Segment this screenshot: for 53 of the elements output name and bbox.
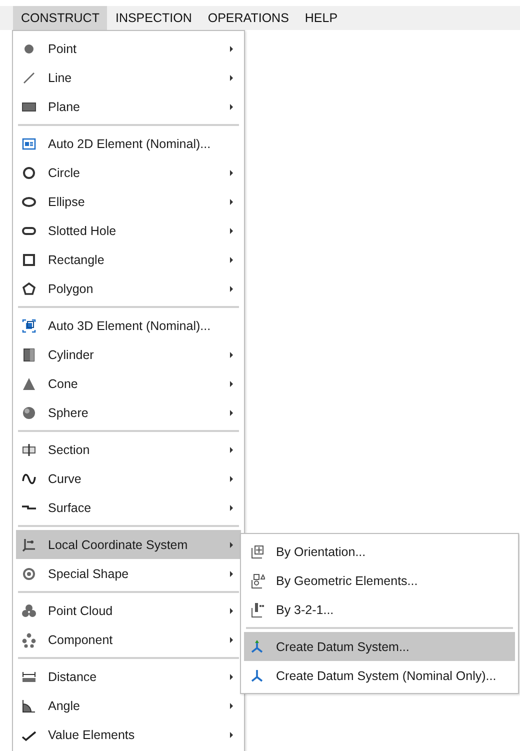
- menu-item[interactable]: Special Shape: [16, 559, 241, 588]
- menu-item[interactable]: Slotted Hole: [16, 216, 241, 245]
- cylinder-icon: [21, 346, 37, 362]
- menu-bar-item[interactable]: CONSTRUCT: [13, 6, 108, 30]
- circle-icon: [21, 164, 37, 180]
- menu-item[interactable]: Ellipse: [16, 187, 241, 216]
- menu-item[interactable]: By Geometric Elements...: [244, 566, 515, 595]
- menu-item[interactable]: Create Datum System...: [244, 632, 515, 661]
- menu-item[interactable]: Sphere: [16, 398, 241, 427]
- alignment-icon: [249, 602, 265, 618]
- pentagon-icon: [21, 280, 37, 296]
- target-icon: [21, 566, 37, 582]
- datum-axes-icon: [249, 638, 265, 654]
- sphere-icon: [21, 404, 37, 420]
- menu-bar-item[interactable]: OPERATIONS: [200, 6, 297, 30]
- menu-item[interactable]: Curve: [16, 464, 241, 493]
- geometric-elements-icon: [249, 572, 265, 588]
- menu-item[interactable]: Angle: [16, 691, 241, 720]
- menu-item[interactable]: By Orientation...: [244, 537, 515, 566]
- menu-item[interactable]: Polygon: [16, 274, 241, 303]
- menu-bar-item[interactable]: HELP: [296, 6, 346, 30]
- menu-item[interactable]: Section: [16, 435, 241, 464]
- menu-item[interactable]: Component: [16, 625, 241, 654]
- menu-item[interactable]: Value Elements: [16, 720, 241, 749]
- menu-item[interactable]: Auto 2D Element (Nominal)...: [16, 129, 241, 158]
- auto-2d-element-icon: [21, 136, 37, 152]
- auto-3d-element-icon: [21, 318, 37, 334]
- cone-icon: [21, 376, 37, 392]
- menu-item[interactable]: Cylinder: [16, 340, 241, 369]
- menu-item[interactable]: Rectangle: [16, 245, 241, 274]
- menu-item[interactable]: Surface: [16, 493, 241, 522]
- menu-item[interactable]: Local Coordinate System: [16, 530, 241, 559]
- line-icon: [21, 70, 37, 86]
- menu-item[interactable]: Auto 3D Element (Nominal)...: [16, 311, 241, 340]
- axes-icon: [21, 536, 37, 552]
- section-icon: [21, 442, 37, 458]
- menu-item[interactable]: Create Datum System (Nominal Only)...: [244, 661, 515, 690]
- menu-item[interactable]: Point: [16, 34, 241, 63]
- rectangle-icon: [21, 252, 37, 268]
- menu-item[interactable]: Line: [16, 63, 241, 92]
- component-icon: [21, 632, 37, 648]
- cloud-icon: [21, 602, 37, 618]
- menu-item[interactable]: Plane: [16, 92, 241, 121]
- angle-icon: [21, 698, 37, 714]
- datum-axes-icon: [249, 668, 265, 684]
- menu-item[interactable]: Distance: [16, 662, 241, 691]
- step-line-icon: [21, 505, 37, 510]
- menu-item[interactable]: By 3-2-1...: [244, 595, 515, 624]
- menu-bar-item[interactable]: INSPECTION: [107, 6, 200, 30]
- menu-item[interactable]: Cone: [16, 369, 241, 398]
- menu-item[interactable]: Circle: [16, 158, 241, 187]
- orientation-icon: [249, 544, 265, 560]
- menu-item[interactable]: Point Cloud: [16, 596, 241, 625]
